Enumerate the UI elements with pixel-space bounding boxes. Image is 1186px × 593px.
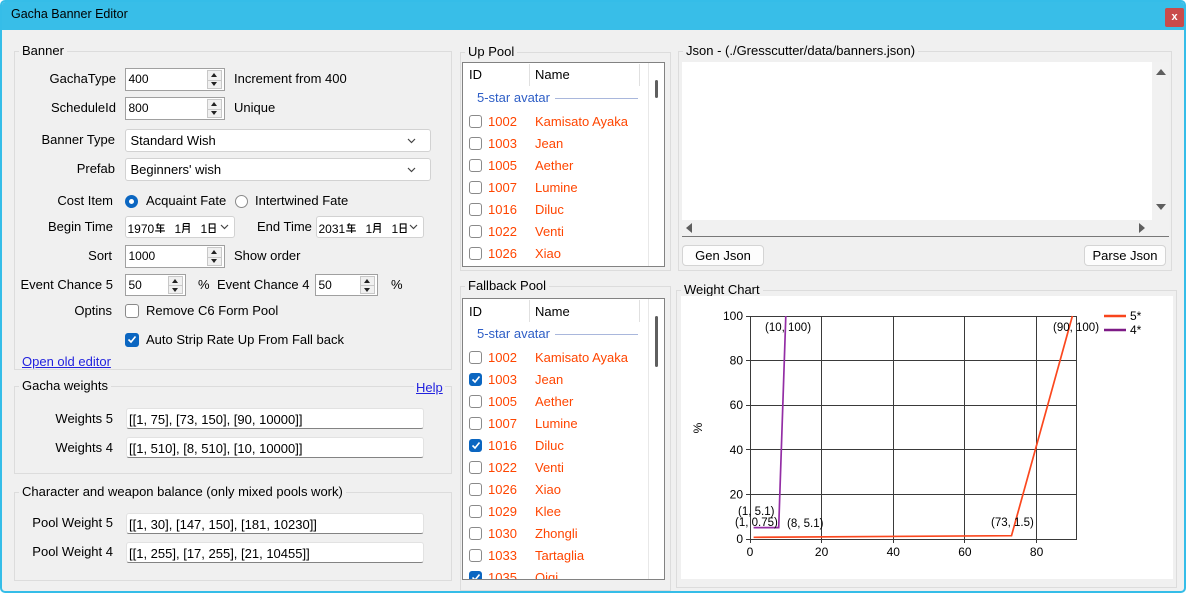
- svg-text:0: 0: [736, 532, 743, 546]
- svg-text:(73, 1.5): (73, 1.5): [991, 517, 1034, 529]
- svg-text:80: 80: [730, 354, 744, 368]
- svg-text:40: 40: [887, 545, 901, 559]
- svg-text:5*: 5*: [1130, 309, 1142, 323]
- svg-text:%: %: [691, 422, 705, 433]
- svg-text:40: 40: [730, 443, 744, 457]
- svg-text:20: 20: [815, 545, 829, 559]
- svg-text:60: 60: [730, 398, 744, 412]
- svg-text:(90, 100): (90, 100): [1053, 322, 1099, 334]
- svg-text:60: 60: [958, 545, 972, 559]
- svg-text:(8, 5.1): (8, 5.1): [787, 518, 824, 530]
- svg-text:100: 100: [723, 309, 743, 323]
- svg-text:20: 20: [730, 487, 744, 501]
- svg-text:80: 80: [1030, 545, 1044, 559]
- svg-text:0: 0: [747, 545, 754, 559]
- svg-text:(10, 100): (10, 100): [765, 322, 811, 334]
- svg-text:(1, 0.75): (1, 0.75): [735, 517, 778, 529]
- svg-text:4*: 4*: [1130, 323, 1142, 337]
